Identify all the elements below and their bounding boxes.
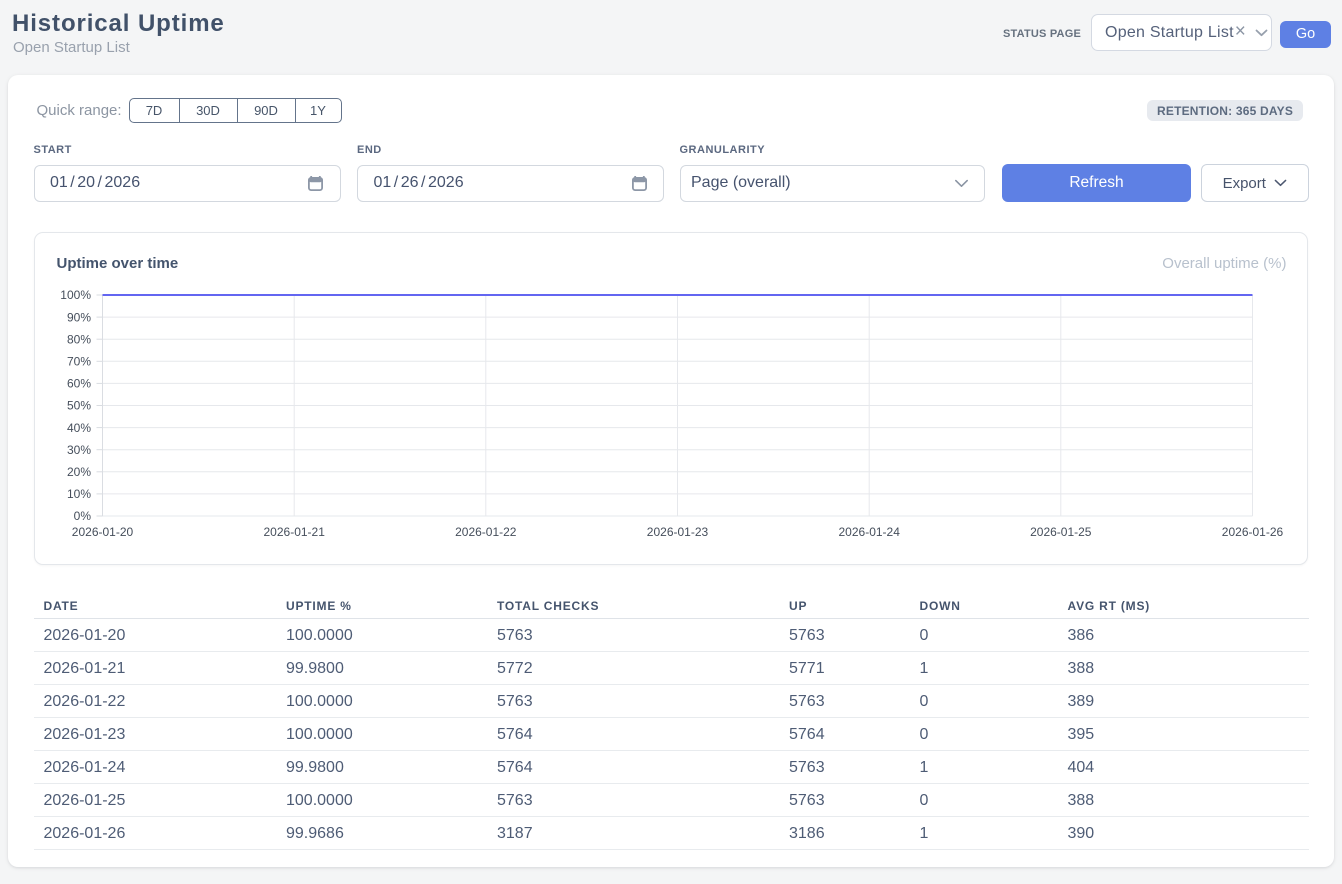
svg-text:100%: 100% bbox=[60, 288, 91, 302]
svg-text:30%: 30% bbox=[67, 443, 91, 457]
svg-text:2026-01-23: 2026-01-23 bbox=[647, 525, 709, 539]
svg-text:2026-01-24: 2026-01-24 bbox=[839, 525, 901, 539]
svg-text:50%: 50% bbox=[67, 399, 91, 413]
svg-text:10%: 10% bbox=[67, 487, 91, 501]
svg-text:60%: 60% bbox=[67, 377, 91, 391]
svg-text:2026-01-25: 2026-01-25 bbox=[1030, 525, 1092, 539]
svg-text:40%: 40% bbox=[67, 421, 91, 435]
svg-text:70%: 70% bbox=[67, 355, 91, 369]
svg-text:2026-01-21: 2026-01-21 bbox=[264, 525, 326, 539]
svg-text:80%: 80% bbox=[67, 332, 91, 346]
svg-text:2026-01-20: 2026-01-20 bbox=[72, 525, 134, 539]
svg-text:0%: 0% bbox=[74, 509, 92, 523]
svg-text:2026-01-26: 2026-01-26 bbox=[1222, 525, 1284, 539]
svg-text:90%: 90% bbox=[67, 310, 91, 324]
svg-text:20%: 20% bbox=[67, 465, 91, 479]
svg-text:2026-01-22: 2026-01-22 bbox=[455, 525, 517, 539]
